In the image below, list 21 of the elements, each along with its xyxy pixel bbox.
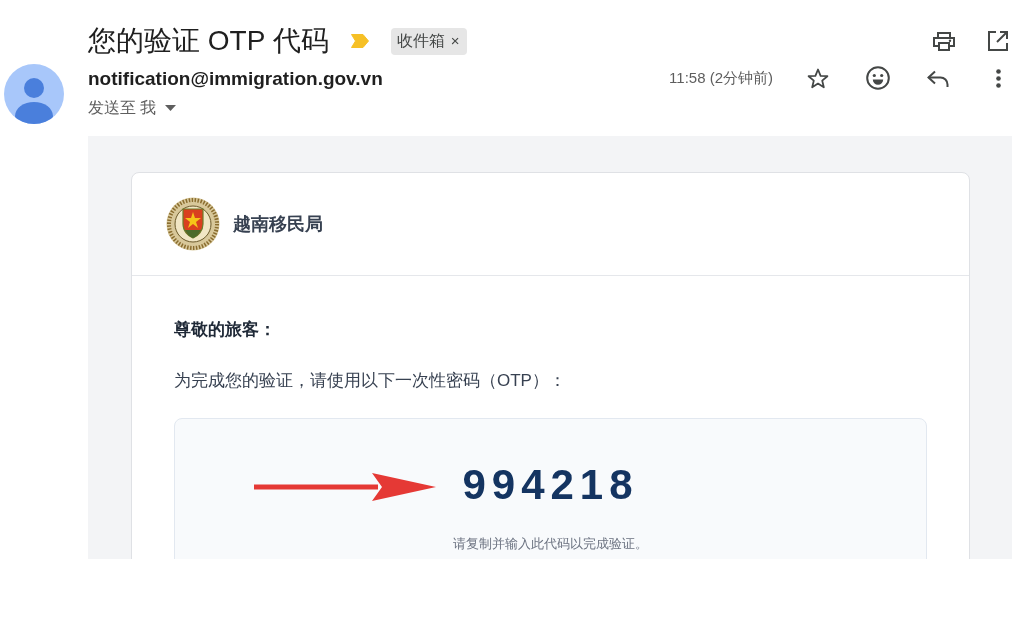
reply-icon xyxy=(927,69,949,87)
external-link-icon xyxy=(988,31,1008,51)
recipient-details-button[interactable]: 发送至 我 xyxy=(88,97,177,119)
intro-text: 为完成您的验证，请使用以下一次性密码（OTP）： xyxy=(174,370,567,392)
greeting-text: 尊敬的旅客： xyxy=(174,319,277,341)
arrow-icon xyxy=(254,472,437,502)
print-icon xyxy=(933,31,955,51)
more-icon xyxy=(995,68,1001,88)
sender-address: notification@immigration.gov.vn xyxy=(88,67,383,91)
otp-hint: 请复制并输入此代码以完成验证。 xyxy=(453,536,648,553)
avatar-icon xyxy=(4,64,64,124)
remove-label-button[interactable]: × xyxy=(448,32,462,50)
organization-name: 越南移民局 xyxy=(233,213,323,236)
message-time: 11:58 (2分钟前) xyxy=(669,68,773,88)
label-text: 收件箱 xyxy=(396,30,445,51)
subject-title: 您的验证 OTP 代码 xyxy=(88,24,329,58)
emblem-icon xyxy=(166,197,220,251)
smiley-icon xyxy=(866,66,890,90)
otp-code: 994218 xyxy=(462,460,639,510)
caret-icon xyxy=(165,105,177,111)
importance-marker-icon[interactable] xyxy=(350,34,369,48)
